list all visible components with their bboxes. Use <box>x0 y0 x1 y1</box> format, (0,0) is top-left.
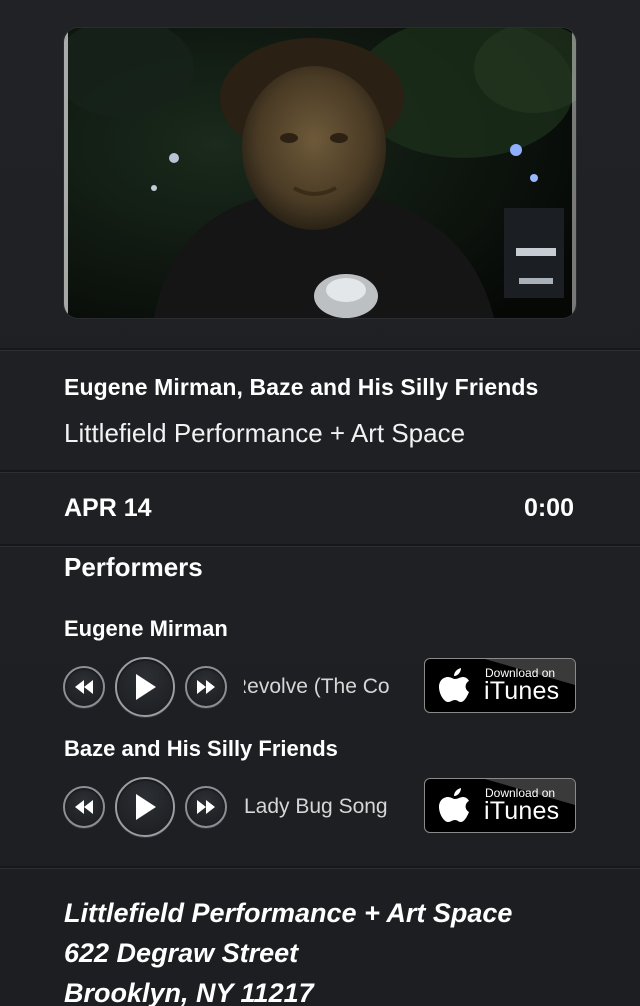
rewind-icon <box>75 800 93 814</box>
badge-store-name: iTunes <box>484 797 560 825</box>
badge-store-name: iTunes <box>484 677 560 705</box>
address-street[interactable]: 622 Degraw Street <box>64 938 298 969</box>
event-time: 0:00 <box>523 494 574 522</box>
play-button[interactable] <box>115 657 175 717</box>
divider <box>0 348 640 351</box>
rewind-button[interactable] <box>63 786 105 828</box>
rewind-button[interactable] <box>63 666 105 708</box>
apple-icon <box>439 788 469 822</box>
event-date: APR 14 <box>64 494 152 522</box>
divider <box>0 544 640 547</box>
track-title-text: Revolve (The Co <box>244 675 390 698</box>
itunes-download-button[interactable]: Download on iTunes <box>424 778 576 833</box>
track-title: Revolve (The Co <box>244 675 408 699</box>
performer-name: Eugene Mirman <box>64 616 228 641</box>
fast-forward-button[interactable] <box>185 666 227 708</box>
divider <box>0 866 640 869</box>
play-button[interactable] <box>115 777 175 837</box>
play-icon <box>136 674 156 700</box>
video-frame-image <box>64 28 576 318</box>
address-venue[interactable]: Littlefield Performance + Art Space <box>64 898 512 929</box>
play-icon <box>136 794 156 820</box>
track-title: Lady Bug Song <box>244 795 388 818</box>
event-title: Eugene Mirman, Baze and His Silly Friend… <box>64 374 539 400</box>
address-city[interactable]: Brooklyn, NY 11217 <box>64 978 314 1006</box>
apple-icon <box>439 668 469 702</box>
venue-name[interactable]: Littlefield Performance + Art Space <box>64 418 465 449</box>
itunes-download-button[interactable]: Download on iTunes <box>424 658 576 713</box>
rewind-icon <box>75 680 93 694</box>
fast-forward-button[interactable] <box>185 786 227 828</box>
divider <box>0 470 640 473</box>
fast-forward-icon <box>197 800 215 814</box>
performers-heading: Performers <box>64 552 203 582</box>
performer-name: Baze and His Silly Friends <box>64 736 338 761</box>
event-detail-screen: Eugene Mirman, Baze and His Silly Friend… <box>0 0 640 1006</box>
performer-video-thumbnail[interactable] <box>64 28 576 318</box>
fast-forward-icon <box>197 680 215 694</box>
